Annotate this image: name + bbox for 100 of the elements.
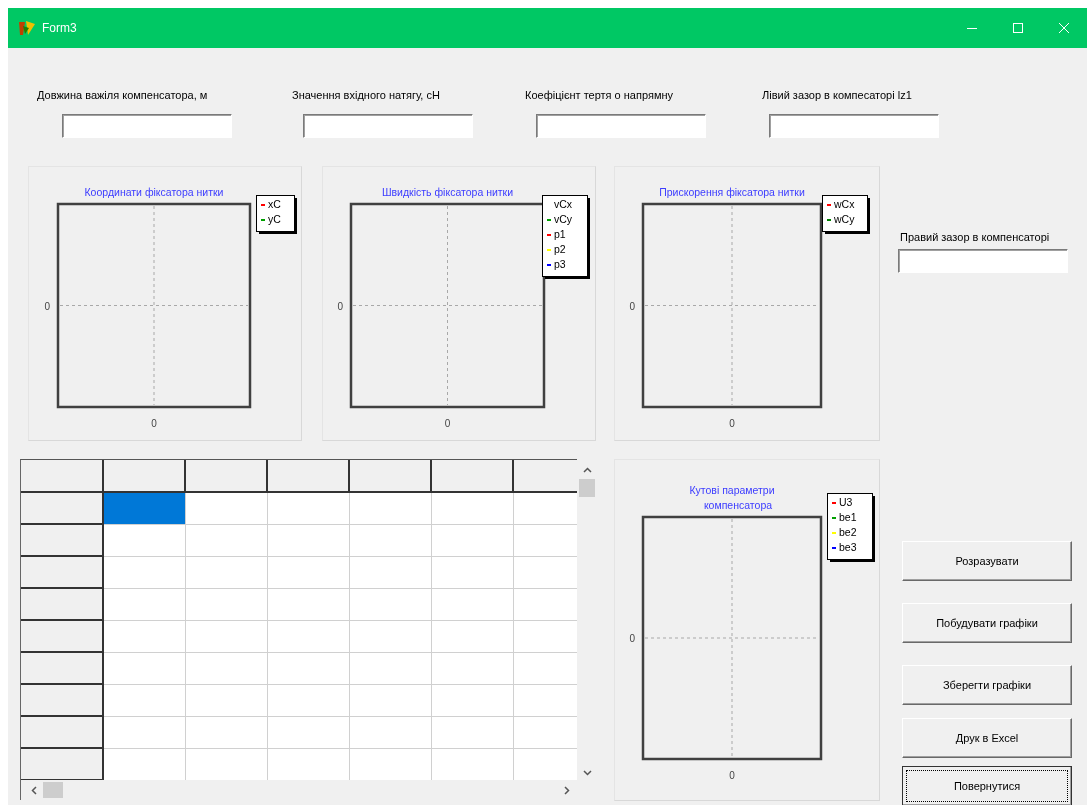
row-header[interactable] xyxy=(21,621,104,653)
table-cell[interactable] xyxy=(432,749,514,780)
input-field[interactable] xyxy=(898,249,1068,273)
push-button[interactable]: Розразувати xyxy=(902,541,1072,581)
scroll-up-icon xyxy=(582,467,592,473)
table-cell[interactable] xyxy=(268,685,350,717)
table-cell[interactable] xyxy=(514,525,578,557)
table-cell[interactable] xyxy=(186,717,268,749)
table-cell[interactable] xyxy=(432,621,514,653)
table-cell[interactable] xyxy=(432,653,514,685)
table-cell[interactable] xyxy=(514,493,578,525)
table-cell[interactable] xyxy=(350,685,432,717)
table-cell[interactable] xyxy=(514,749,578,780)
table-cell[interactable] xyxy=(432,589,514,621)
row-header[interactable] xyxy=(21,589,104,621)
row-header[interactable] xyxy=(21,493,104,525)
table-cell[interactable] xyxy=(268,525,350,557)
table-cell[interactable] xyxy=(186,653,268,685)
table-cell[interactable] xyxy=(350,653,432,685)
push-button[interactable]: Повернутися xyxy=(902,766,1072,805)
column-header[interactable] xyxy=(268,460,350,493)
axis-tick-label: 0 xyxy=(729,418,735,429)
scroll-thumb[interactable] xyxy=(579,479,595,497)
chart-title: Швидкість фіксатора нитки xyxy=(381,186,514,198)
push-button[interactable]: Друк в Excel xyxy=(902,718,1072,758)
table-cell[interactable] xyxy=(268,493,350,525)
column-header[interactable] xyxy=(21,460,104,493)
table-cell[interactable] xyxy=(350,493,432,525)
table-cell[interactable] xyxy=(268,653,350,685)
table-cell[interactable] xyxy=(432,717,514,749)
legend-label: U3 xyxy=(839,496,853,508)
table-cell[interactable] xyxy=(350,749,432,780)
table-cell[interactable] xyxy=(104,749,186,780)
table-cell[interactable] xyxy=(268,557,350,589)
column-header[interactable] xyxy=(186,460,268,493)
row-header[interactable] xyxy=(21,653,104,685)
axis-tick-label: 0 xyxy=(629,633,635,644)
table-cell[interactable] xyxy=(514,653,578,685)
column-header[interactable] xyxy=(104,460,186,493)
table-cell[interactable] xyxy=(186,621,268,653)
table-cell[interactable] xyxy=(104,589,186,621)
row-header[interactable] xyxy=(21,749,104,780)
table-cell[interactable] xyxy=(514,685,578,717)
table-cell[interactable] xyxy=(350,589,432,621)
field-label: Значення вхідного натягу, сН xyxy=(292,88,441,102)
table-cell[interactable] xyxy=(350,621,432,653)
axis-tick-label: 0 xyxy=(151,418,157,429)
column-header[interactable] xyxy=(350,460,432,493)
table-cell[interactable] xyxy=(186,685,268,717)
table-cell[interactable] xyxy=(104,653,186,685)
axis-tick-label: 0 xyxy=(629,300,635,312)
table-cell[interactable] xyxy=(514,621,578,653)
input-field[interactable] xyxy=(769,114,939,138)
table-cell[interactable] xyxy=(514,589,578,621)
table-cell[interactable] xyxy=(268,621,350,653)
table-cell[interactable] xyxy=(432,685,514,717)
legend-label: vCx xyxy=(554,198,573,210)
table-cell[interactable] xyxy=(268,589,350,621)
row-header[interactable] xyxy=(21,717,104,749)
table-cell[interactable] xyxy=(186,557,268,589)
table-cell[interactable] xyxy=(186,493,268,525)
table-cell[interactable] xyxy=(514,717,578,749)
row-header[interactable] xyxy=(21,557,104,589)
table-cell[interactable] xyxy=(186,749,268,780)
table-cell[interactable] xyxy=(268,749,350,780)
table-cell[interactable] xyxy=(350,717,432,749)
input-field[interactable] xyxy=(536,114,706,138)
table-cell[interactable] xyxy=(104,621,186,653)
input-field[interactable] xyxy=(303,114,473,138)
table-cell[interactable] xyxy=(432,525,514,557)
axis-tick-label: 0 xyxy=(44,300,50,312)
table-cell[interactable] xyxy=(350,525,432,557)
legend-label: be2 xyxy=(839,526,857,538)
close-icon xyxy=(1059,23,1069,33)
legend-label: xC xyxy=(268,198,281,210)
table-cell[interactable] xyxy=(514,557,578,589)
scroll-thumb[interactable] xyxy=(43,782,63,798)
table-cell[interactable] xyxy=(104,717,186,749)
row-header[interactable] xyxy=(21,525,104,557)
push-button[interactable]: Побудувати графіки xyxy=(902,603,1072,643)
row-header[interactable] xyxy=(21,685,104,717)
table-cell[interactable] xyxy=(432,557,514,589)
input-field[interactable] xyxy=(62,114,232,138)
table-cell[interactable] xyxy=(350,557,432,589)
table-cell[interactable] xyxy=(186,589,268,621)
chart-title: Прискорення фіксатора нитки xyxy=(659,186,805,198)
table-cell[interactable] xyxy=(268,717,350,749)
table-cell[interactable] xyxy=(104,557,186,589)
table-cell[interactable] xyxy=(432,493,514,525)
legend-label: be1 xyxy=(839,511,857,523)
axis-tick-label: 0 xyxy=(444,418,451,429)
legend-label: p1 xyxy=(554,228,566,240)
column-header[interactable] xyxy=(432,460,514,493)
table-cell[interactable] xyxy=(104,685,186,717)
push-button[interactable]: Зберегти графіки xyxy=(902,665,1072,705)
table-cell[interactable] xyxy=(186,525,268,557)
table-cell[interactable] xyxy=(104,493,186,525)
axis-tick-label: 0 xyxy=(729,770,735,781)
table-cell[interactable] xyxy=(104,525,186,557)
legend-box xyxy=(822,195,870,234)
